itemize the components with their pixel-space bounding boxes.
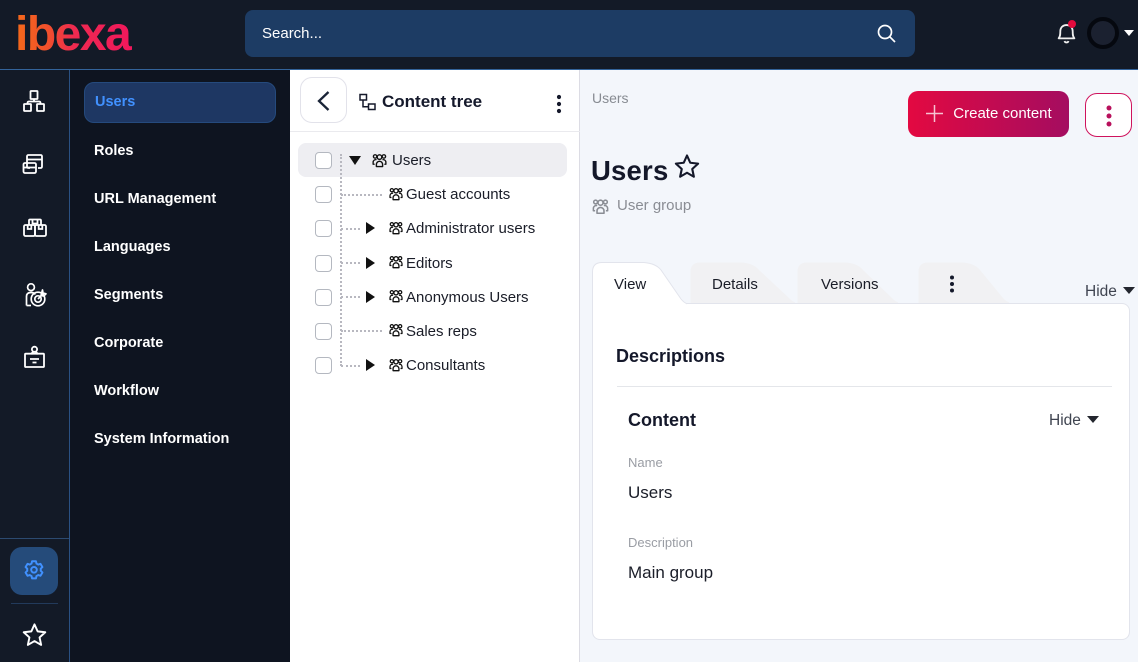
svg-text:ibexa: ibexa — [16, 13, 132, 53]
